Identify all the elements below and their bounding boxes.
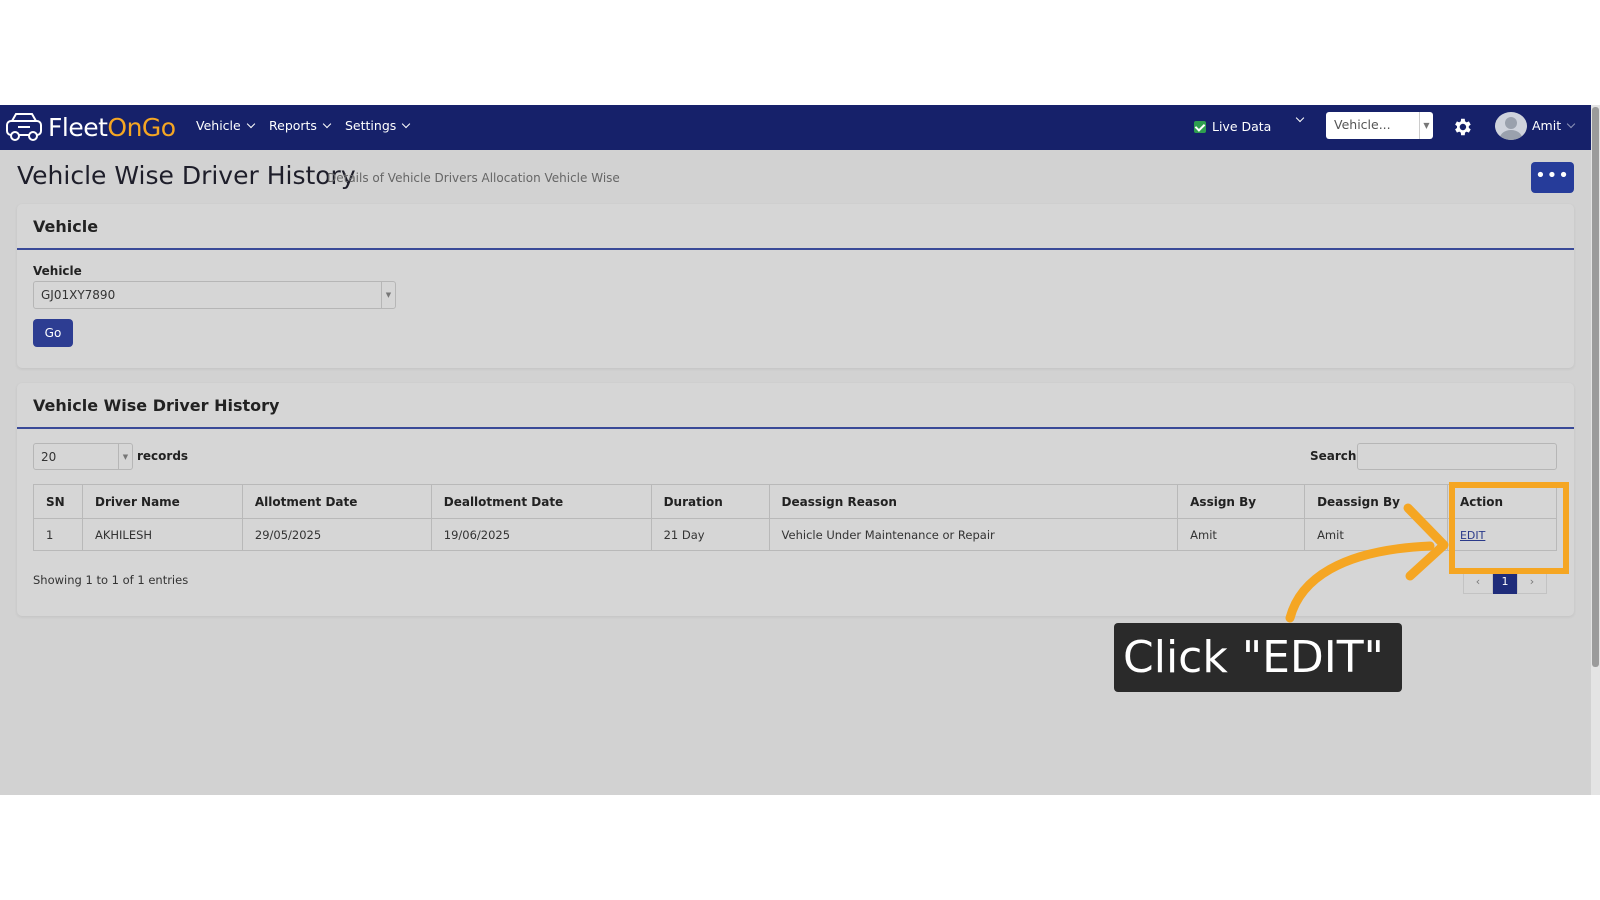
pointer-arrow-icon xyxy=(1285,503,1449,623)
instruction-callout: Click "EDIT" xyxy=(1114,623,1402,692)
